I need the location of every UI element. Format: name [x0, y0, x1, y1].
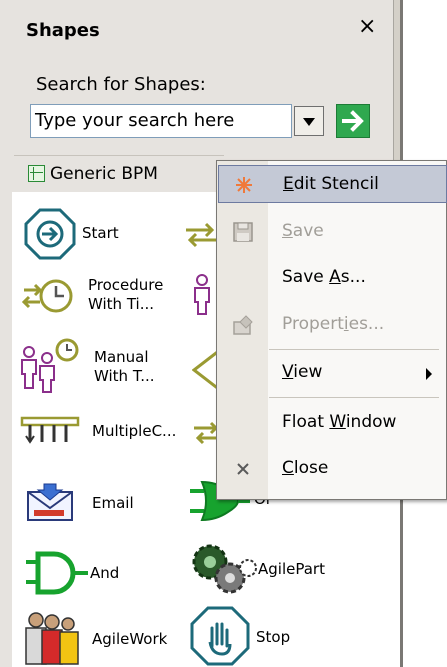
edit-star-icon [236, 177, 252, 193]
menu-item-edit-stencil[interactable]: Edit Stencil [218, 165, 447, 203]
submenu-arrow-icon [426, 368, 432, 380]
menu-separator [269, 397, 439, 398]
stencil-title: Generic BPM [50, 164, 158, 184]
menu-item-properties[interactable]: Properties... [218, 306, 447, 344]
search-input[interactable]: Type your search here [30, 104, 292, 138]
agilepart-gears-icon [192, 544, 257, 594]
arrow-right-icon [342, 110, 364, 132]
search-label: Search for Shapes: [36, 74, 206, 95]
panel-close-button[interactable]: × [358, 16, 376, 38]
close-x-icon [237, 463, 249, 475]
menu-item-close[interactable]: Close [218, 450, 447, 488]
shape-start[interactable]: Start [24, 208, 164, 260]
stencil-header[interactable]: Generic BPM [14, 155, 224, 192]
shape-label: Stop [256, 628, 291, 646]
search-go-button[interactable] [336, 104, 370, 138]
shape-label: Email [92, 494, 134, 512]
start-arrow-icon [24, 208, 76, 260]
shape-label: Procedure With Ti... [88, 276, 164, 313]
menu-item-save[interactable]: Save [218, 213, 447, 251]
shape-agilepart[interactable]: AgilePart [188, 540, 368, 600]
shape-manual-with-timer[interactable]: Manual With T... [20, 338, 180, 394]
panel-title: Shapes [26, 20, 100, 41]
shape-multiplechoice[interactable]: MultipleC... [20, 414, 190, 454]
menu-item-label: Float Window [282, 412, 397, 432]
email-icon [27, 483, 73, 521]
save-disk-icon [233, 222, 253, 242]
shape-procedure-with-timer[interactable]: Procedure With Ti... [22, 272, 182, 322]
search-dropdown-button[interactable] [294, 106, 324, 136]
shape-label: Manual With T... [94, 348, 155, 385]
shape-label: And [90, 564, 120, 582]
swap-arrows-icon [186, 222, 216, 248]
menu-item-label: Properties... [282, 314, 385, 334]
shape-and[interactable]: And [24, 550, 164, 596]
manual-timer-icon [21, 338, 79, 393]
stencil-context-menu: Edit Stencil Save Save As... Properties.… [216, 160, 447, 500]
shape-partial-top[interactable] [184, 218, 218, 252]
shape-label: Start [82, 224, 119, 242]
shape-agilework[interactable]: AgileWork [22, 610, 192, 666]
shape-label: MultipleC... [92, 422, 177, 440]
and-gate-icon [26, 551, 88, 595]
menu-item-label: Close [282, 458, 329, 478]
shape-stop[interactable]: Stop [190, 606, 330, 666]
menu-item-label: View [282, 362, 323, 382]
menu-item-view[interactable]: View [218, 354, 447, 392]
procedure-timer-icon [22, 279, 73, 313]
multiple-choice-icon [20, 416, 80, 444]
properties-icon [233, 315, 253, 335]
stencil-grid-icon [28, 165, 45, 182]
menu-item-label: Save [282, 221, 324, 241]
menu-separator [269, 349, 439, 350]
panel-titlebar: Shapes × [0, 0, 393, 56]
shape-email[interactable]: Email [26, 482, 176, 526]
shape-label: AgileWork [92, 630, 168, 648]
menu-item-label: Save As... [282, 267, 366, 287]
menu-item-save-as[interactable]: Save As... [218, 259, 447, 297]
stop-hand-icon [190, 606, 250, 666]
menu-item-float-window[interactable]: Float Window [218, 404, 447, 442]
menu-item-label: Edit Stencil [283, 174, 379, 194]
shape-label: AgilePart [258, 560, 325, 578]
agilework-people-icon [25, 612, 79, 665]
